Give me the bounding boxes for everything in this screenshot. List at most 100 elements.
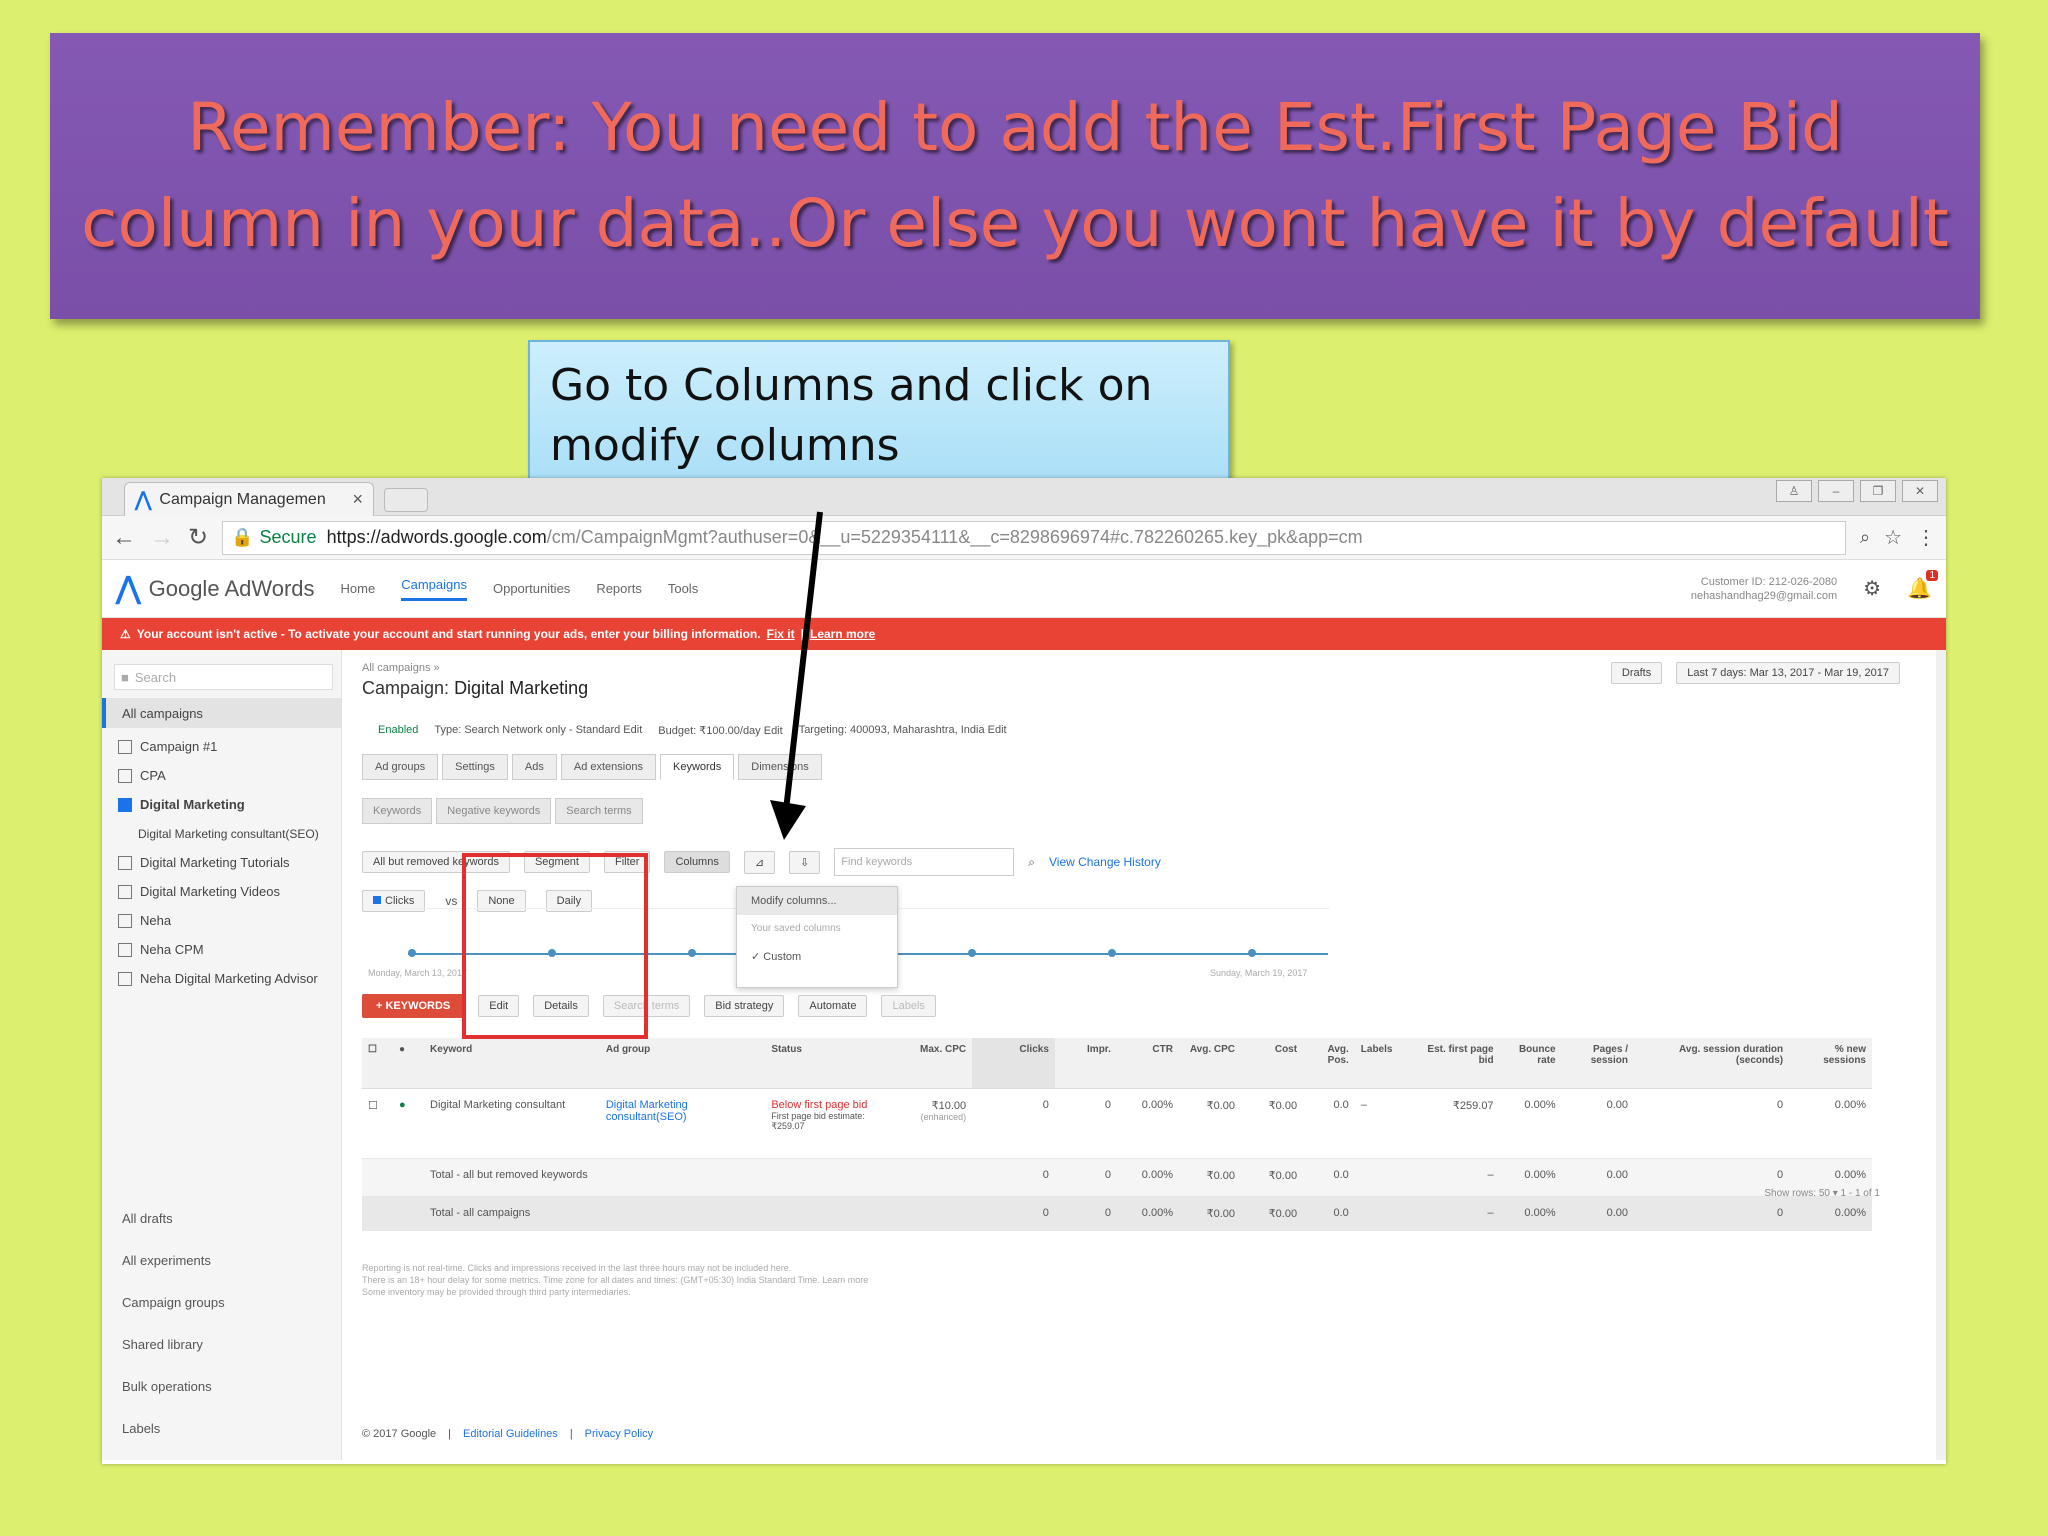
subtab-search-terms[interactable]: Search terms [555,798,643,824]
edit-button[interactable]: Edit [478,995,520,1017]
download-icon[interactable]: ⇩ [789,850,821,874]
editorial-link[interactable]: Editorial Guidelines [463,1428,558,1440]
sidebar-link[interactable]: Labels [122,1408,225,1450]
bid-strategy-button[interactable]: Bid strategy [704,995,785,1017]
tab-ads[interactable]: Ads [511,754,557,780]
col-status[interactable]: Status [765,1038,890,1089]
window-close-icon[interactable]: ✕ [1902,480,1938,502]
tab-dimensions[interactable]: Dimensions [738,754,822,780]
col-adgroup[interactable]: Ad group [599,1038,766,1089]
alert-fix-link[interactable]: Fix it [767,627,795,641]
close-icon[interactable]: × [352,489,363,510]
table-row[interactable]: ☐ ● Digital Marketing consultant Digital… [362,1088,1872,1159]
scrollbar[interactable] [1936,650,1946,1460]
col-cost[interactable]: Cost [1241,1038,1304,1089]
tab-ad-extensions[interactable]: Ad extensions [560,754,656,780]
find-keywords-input[interactable]: Find keywords [834,848,1015,876]
tab-keywords[interactable]: Keywords [659,754,735,780]
view-change-history-link[interactable]: View Change History [1049,855,1161,869]
sidebar-item[interactable]: Neha Digital Marketing Advisor [102,964,341,993]
cell-keyword[interactable]: Digital Marketing consultant [424,1088,600,1159]
modify-columns-item[interactable]: Modify columns... [737,887,897,915]
col-ctr[interactable]: CTR [1116,1038,1179,1089]
pagination[interactable]: Show rows: 50 ▾ 1 - 1 of 1 [1764,1188,1880,1199]
zoom-icon[interactable]: ⌕ [1860,527,1870,548]
sidebar-item[interactable]: Neha [102,906,341,935]
labels-button[interactable]: Labels [881,995,936,1017]
segment-button[interactable]: Segment [523,851,590,873]
sidebar-item[interactable]: Digital Marketing Videos [102,877,341,906]
minimize-icon[interactable]: – [1818,480,1854,502]
details-button[interactable]: Details [533,995,589,1017]
sidebar-link[interactable]: All experiments [122,1240,225,1282]
nav-reports[interactable]: Reports [596,581,642,596]
col-avgpos[interactable]: Avg. Pos. [1303,1038,1355,1089]
breadcrumb[interactable]: All campaigns » [362,662,440,674]
col-duration[interactable]: Avg. session duration (seconds) [1634,1038,1790,1089]
star-icon[interactable]: ☆ [1884,525,1902,550]
restore-icon[interactable]: ❐ [1860,480,1896,502]
cell-adgroup[interactable]: Digital Marketing consultant(SEO) [599,1088,766,1159]
gear-icon[interactable]: ⚙ [1863,576,1881,601]
tab-settings[interactable]: Settings [442,754,508,780]
sidebar-link[interactable]: Bulk operations [122,1366,225,1408]
privacy-link[interactable]: Privacy Policy [585,1428,653,1440]
sidebar-subitem[interactable]: Digital Marketing consultant(SEO) [102,819,341,848]
tab-ad-groups[interactable]: Ad groups [362,754,439,780]
back-icon[interactable]: ← [112,524,136,552]
account-info[interactable]: Customer ID: 212-026-2080 nehashandhag29… [1691,575,1837,603]
url-field[interactable]: 🔒 Secure https://adwords.google.com /cm/… [222,520,1846,555]
col-maxcpc[interactable]: Max. CPC [889,1038,973,1089]
search-icon[interactable]: ⌕ [1028,855,1035,870]
user-icon[interactable]: ♙ [1776,480,1812,502]
col-est-first-page-bid[interactable]: Est. first page bid [1416,1038,1500,1089]
filter-button[interactable]: Filter [603,851,651,873]
col-clicks[interactable]: Clicks [972,1038,1055,1089]
col-impr[interactable]: Impr. [1054,1038,1117,1089]
status-badge[interactable]: Enabled [378,724,418,737]
sidebar-link[interactable]: Campaign groups [122,1282,225,1324]
chart-icon[interactable]: ⊿ [743,850,776,874]
date-range-button[interactable]: Last 7 days: Mar 13, 2017 - Mar 19, 2017 [1676,662,1900,684]
reload-icon[interactable]: ↻ [188,523,208,552]
sidebar-item[interactable]: Neha CPM [102,935,341,964]
sidebar-item[interactable]: Campaign #1 [102,732,341,761]
sidebar-all-campaigns[interactable]: All campaigns [102,698,341,728]
subtab-keywords[interactable]: Keywords [362,798,433,824]
subtab-negative[interactable]: Negative keywords [436,798,552,824]
search-terms-button[interactable]: Search terms [602,995,691,1017]
nav-tools[interactable]: Tools [668,581,698,596]
automate-button[interactable]: Automate [798,995,868,1017]
columns-button[interactable]: Columns [664,851,730,873]
nav-home[interactable]: Home [341,581,376,596]
col-pages[interactable]: Pages / session [1561,1038,1634,1089]
drafts-button[interactable]: Drafts [1610,662,1663,684]
alert-learn-link[interactable]: Learn more [810,627,875,641]
warning-icon: ⚠ [120,627,131,641]
menu-icon[interactable]: ⋮ [1916,525,1936,550]
browser-tab[interactable]: ⋀ Campaign Managemen × [124,482,374,516]
custom-columns-item[interactable]: ✓ Custom [737,942,897,971]
nav-campaigns[interactable]: Campaigns [401,577,467,601]
adwords-brand[interactable]: ⋀ Google AdWords [116,571,315,606]
col-newsess[interactable]: % new sessions [1789,1038,1872,1089]
row-checkbox[interactable]: ☐ [362,1088,394,1159]
status-filter-button[interactable]: All but removed keywords [362,851,510,873]
col-labels[interactable]: Labels [1354,1038,1417,1089]
col-keyword[interactable]: Keyword [424,1038,600,1089]
sidebar-search[interactable]: ■ Search [114,664,333,690]
sidebar-item-active[interactable]: Digital Marketing [102,790,341,819]
sidebar-item[interactable]: Digital Marketing Tutorials [102,848,341,877]
forward-icon[interactable]: → [150,524,174,552]
nav-opportunities[interactable]: Opportunities [493,581,570,596]
sidebar-item[interactable]: CPA [102,761,341,790]
col-avgcpc[interactable]: Avg. CPC [1178,1038,1242,1089]
select-all-checkbox[interactable]: ☐ [362,1038,394,1089]
bell-icon[interactable]: 🔔 1 [1907,570,1938,601]
new-tab-button[interactable] [384,488,428,512]
cell-maxcpc[interactable]: ₹10.00 (enhanced) [889,1088,973,1159]
add-keywords-button[interactable]: + KEYWORDS [362,994,465,1018]
sidebar-link[interactable]: All drafts [122,1198,225,1240]
sidebar-link[interactable]: Shared library [122,1324,225,1366]
col-bounce[interactable]: Bounce rate [1499,1038,1562,1089]
